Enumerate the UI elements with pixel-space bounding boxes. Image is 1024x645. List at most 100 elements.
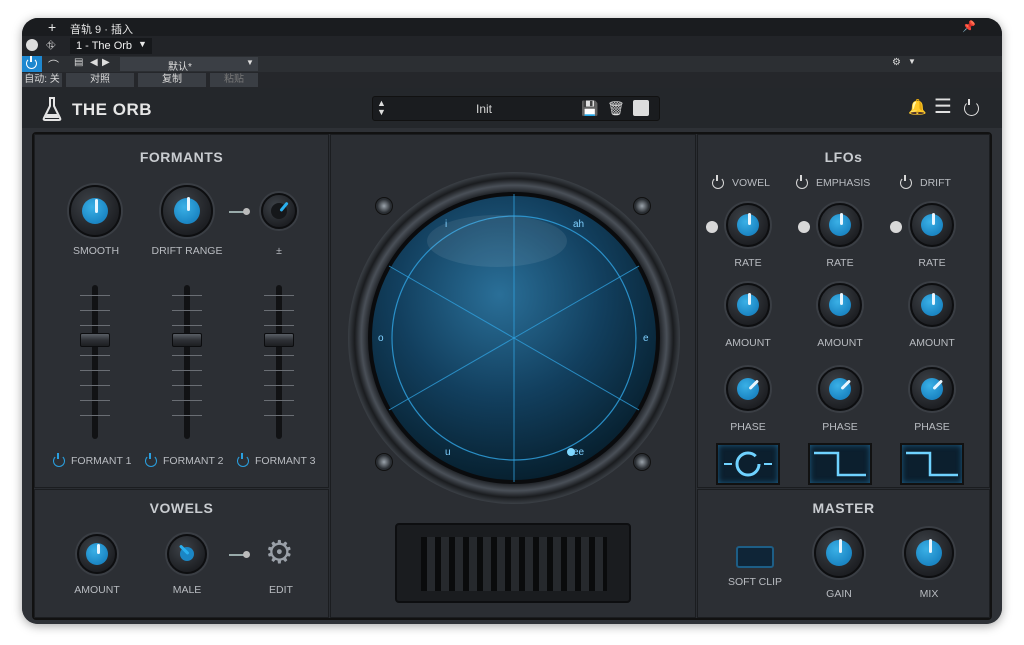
paste-button[interactable]: 粘贴 (210, 73, 258, 87)
vowel-rate-label: RATE (734, 257, 762, 269)
preset-slot-select[interactable]: 1 - The Orb ▼ (70, 38, 152, 54)
master-title: MASTER (812, 500, 875, 516)
vowel-phase-knob[interactable] (726, 367, 770, 411)
save-icon[interactable]: 💾 (581, 100, 598, 117)
gain-knob[interactable] (814, 528, 864, 578)
soft-clip-label: SOFT CLIP (727, 576, 783, 588)
drift-phase-label: PHASE (914, 421, 950, 433)
grille-slots (421, 537, 607, 591)
compare-button[interactable]: 对照 (66, 73, 134, 87)
vowels-panel: VOWELS AMOUNT MALE ⚙ EDIT (34, 489, 329, 618)
add-icon[interactable]: + (48, 19, 56, 35)
male-label: MALE (172, 584, 202, 596)
mix-label: MIX (919, 588, 939, 600)
prev-preset-icon[interactable]: ◀ (90, 57, 98, 68)
emphasis-lfo-power-icon[interactable] (796, 175, 808, 189)
soft-clip-toggle[interactable] (736, 546, 774, 568)
drift-lfo-power-icon[interactable] (900, 175, 912, 189)
formant-1-label: FORMANT 1 (71, 455, 132, 467)
routing-icon[interactable]: ⛗ (46, 38, 56, 53)
vowels-title: VOWELS (149, 500, 214, 516)
vowel-rate-knob[interactable] (726, 203, 770, 247)
formant-2-power-icon[interactable] (145, 453, 157, 467)
drift-lfo-label: DRIFT (920, 177, 951, 189)
square-wave-icon (906, 451, 958, 477)
vowel-lfo-power-icon[interactable] (712, 175, 724, 189)
auto-button[interactable]: 自动: 关 (22, 73, 62, 87)
drift-amount-knob[interactable] (261, 193, 297, 229)
plugin-header: THE ORB ▲ ▼ Init 💾 🗑 🔔 ☰ (22, 88, 1002, 128)
menu-icon[interactable]: ☰ (934, 94, 952, 119)
host-title-bar: + 音轨 9 · 插入 📌 (22, 18, 1002, 36)
plugin-power-icon[interactable] (964, 99, 979, 116)
trash-icon[interactable]: 🗑 (607, 100, 625, 117)
square-wave-icon (814, 451, 866, 477)
gear-icon[interactable]: ⚙ (892, 57, 901, 68)
orb-label-u: u (445, 447, 451, 458)
drift-amount-knob[interactable] (910, 283, 954, 327)
vowel-lfo-shape-screen[interactable] (716, 443, 780, 485)
formant-1-power-icon[interactable] (53, 453, 65, 467)
drift-range-knob[interactable] (161, 185, 213, 237)
orb-label-o: o (378, 333, 384, 344)
master-panel: MASTER SOFT CLIP GAIN MIX (697, 489, 990, 618)
preset-default-label: 默认* (168, 62, 192, 73)
edit-label: EDIT (269, 584, 293, 596)
smooth-label: SMOOTH (72, 245, 120, 257)
male-knob[interactable] (167, 534, 207, 574)
gain-label: GAIN (826, 588, 852, 600)
sync-icon[interactable] (890, 221, 902, 233)
emphasis-lfo-shape-screen[interactable] (808, 443, 872, 485)
flask-icon (42, 97, 62, 121)
emphasis-phase-knob[interactable] (818, 367, 862, 411)
emphasis-amount-knob[interactable] (818, 283, 862, 327)
orb-label-e: e (643, 333, 649, 344)
automation-icon[interactable]: ⌒ (48, 57, 59, 73)
emphasis-lfo-label: EMPHASIS (816, 177, 871, 189)
sync-icon[interactable] (706, 221, 718, 233)
smooth-knob[interactable] (69, 185, 121, 237)
plugin-icon[interactable] (26, 39, 38, 51)
power-icon (26, 56, 37, 69)
plugin-body: THE ORB ▲▼ Init 💾 🗑 🔔 ☰ FORMANTS SMOOTH (22, 88, 1002, 624)
host-action-bar: 自动: 关 对照 复制 粘贴 (22, 72, 1002, 88)
plugin-window: + 音轨 9 · 插入 📌 ⛗ 1 - The Orb ▼ ⌒ ▤ ◀ ▶ 默认… (22, 18, 1002, 624)
loop-icon (724, 451, 772, 477)
drift-rate-knob[interactable] (910, 203, 954, 247)
chevron-down-icon[interactable]: ▼ (908, 57, 916, 66)
next-preset-icon[interactable]: ▶ (102, 57, 110, 68)
pin-icon[interactable]: 📌 (962, 20, 976, 33)
vowel-amount-label: AMOUNT (74, 584, 120, 596)
drift-phase-knob[interactable] (910, 367, 954, 411)
dice-icon[interactable] (633, 100, 649, 116)
formant-3-label: FORMANT 3 (255, 455, 316, 467)
vowel-amount-knob[interactable] (77, 534, 117, 574)
track-title: 音轨 9 · 插入 (70, 24, 133, 36)
vowel-lfo-label: VOWEL (732, 177, 770, 189)
emphasis-phase-label: PHASE (822, 421, 858, 433)
vowel-orb[interactable] (347, 171, 681, 505)
sync-icon[interactable] (798, 221, 810, 233)
gear-icon[interactable]: ⚙ (265, 536, 294, 568)
bell-icon[interactable]: 🔔 (908, 98, 927, 116)
link-dot (243, 208, 250, 215)
plugin-name: THE ORB (72, 100, 152, 119)
vowel-amount-knob[interactable] (726, 283, 770, 327)
preset-name: Init (475, 102, 492, 116)
preset-browser[interactable]: ▲ ▼ Init 💾 🗑 (372, 96, 660, 121)
lfos-panel: LFOs VOWEL RATE AMOUNT PHASE EMPHASIS RA… (697, 134, 990, 488)
lfos-title: LFOs (824, 149, 863, 165)
drift-amount-label: AMOUNT (909, 337, 955, 349)
drift-range-label: DRIFT RANGE (151, 245, 223, 257)
copy-button[interactable]: 复制 (138, 73, 206, 87)
plusminus-label: ± (276, 245, 282, 257)
emphasis-rate-knob[interactable] (818, 203, 862, 247)
drift-rate-label: RATE (918, 257, 946, 269)
preset-default-select[interactable]: 默认* ▼ (120, 57, 258, 73)
power-toggle[interactable] (22, 56, 42, 72)
formant-3-power-icon[interactable] (237, 453, 249, 467)
mix-knob[interactable] (904, 528, 954, 578)
drift-lfo-shape-screen[interactable] (900, 443, 964, 485)
orb-label-ee: ee (573, 447, 585, 458)
preset-file-icon[interactable]: ▤ (74, 57, 83, 68)
